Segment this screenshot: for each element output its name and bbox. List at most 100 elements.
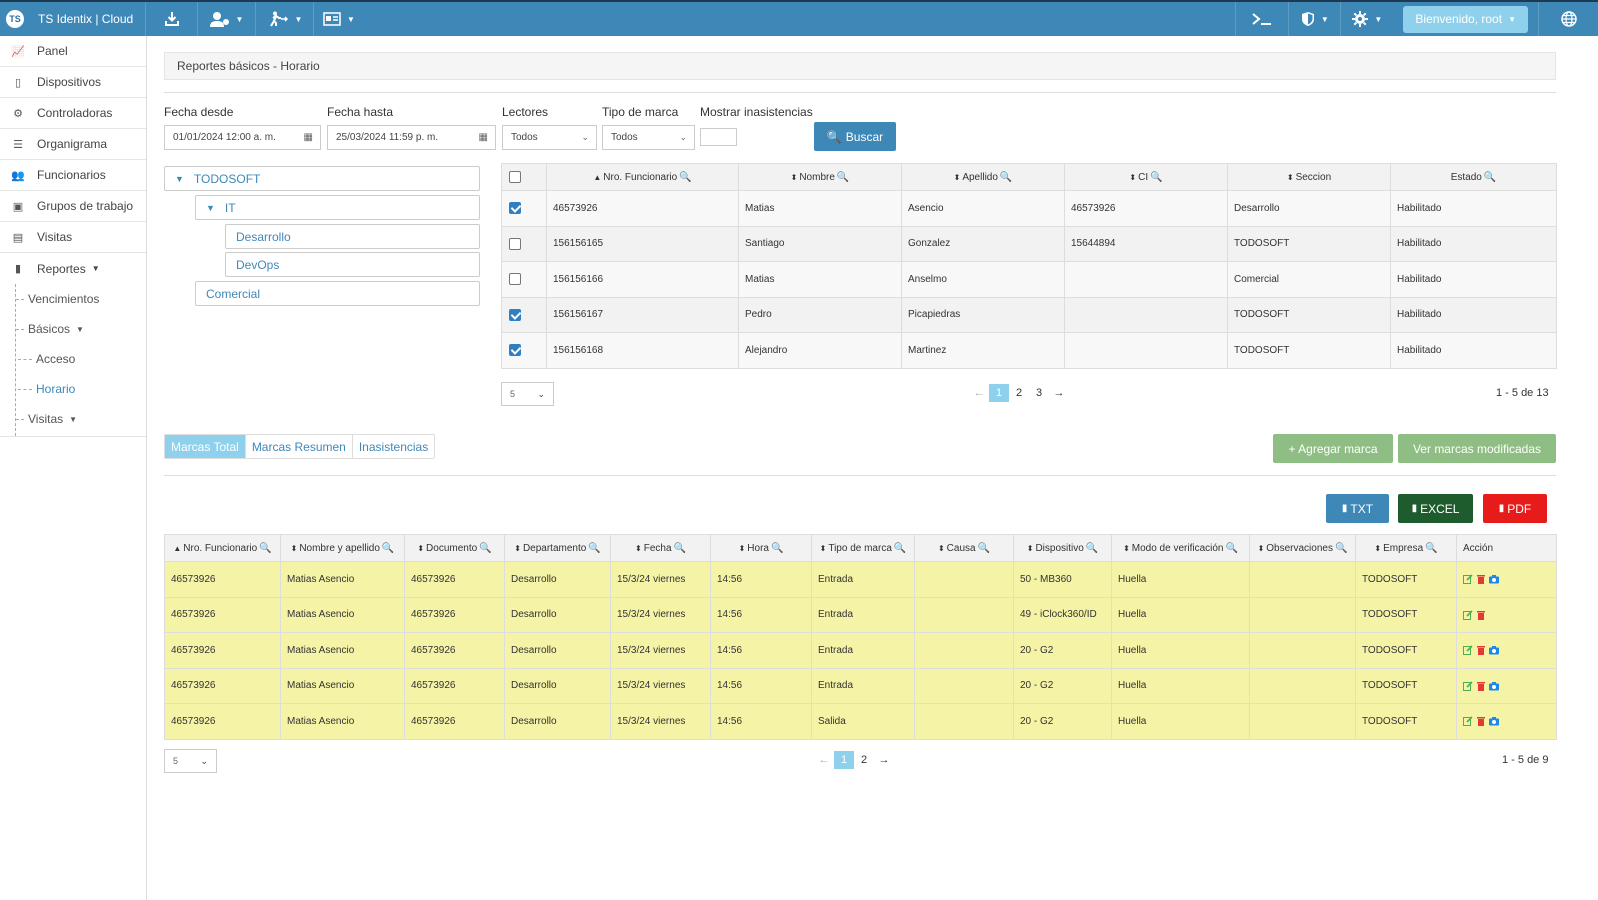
- search-icon[interactable]: 🔍: [894, 543, 906, 554]
- fecha-hasta-input[interactable]: 25/03/2024 11:59 p. m. ▦: [327, 125, 496, 150]
- fecha-desde-input[interactable]: 01/01/2024 12:00 a. m. ▦: [164, 125, 321, 150]
- tree-node-desarrollo[interactable]: Desarrollo: [225, 224, 480, 249]
- download-button[interactable]: [146, 2, 198, 36]
- sidebar-item-grupos[interactable]: ▣ Grupos de trabajo: [0, 191, 146, 222]
- column-header[interactable]: ⬍ CI 🔍: [1064, 163, 1228, 191]
- table-row[interactable]: 156156167 Pedro Picapiedras TODOSOFT Habilit…: [501, 296, 1557, 333]
- trash-icon[interactable]: [1476, 574, 1486, 585]
- column-header[interactable]: ⬍ Departamento 🔍: [504, 534, 611, 562]
- column-header[interactable]: ⬍ Empresa 🔍: [1355, 534, 1457, 562]
- tree-node-comercial[interactable]: Comercial: [195, 281, 480, 306]
- column-header[interactable]: ⬍ Modo de verificación 🔍: [1111, 534, 1250, 562]
- buscar-button[interactable]: 🔍 Buscar: [814, 122, 896, 151]
- sidebar-item-visitas[interactable]: ▤ Visitas: [0, 222, 146, 253]
- calendar-icon[interactable]: ▦: [479, 132, 488, 143]
- column-header[interactable]: ▲ Nro. Funcionario 🔍: [164, 534, 281, 562]
- id-card-menu[interactable]: ▼: [314, 2, 364, 36]
- column-header[interactable]: ⬍ Fecha 🔍: [610, 534, 711, 562]
- camera-icon[interactable]: [1489, 645, 1499, 655]
- column-header[interactable]: Estado 🔍: [1390, 163, 1557, 191]
- tab-marcas-total[interactable]: Marcas Total: [165, 435, 246, 458]
- marks-page-size-select[interactable]: 5 ⌄: [164, 749, 217, 773]
- language-button[interactable]: [1538, 2, 1598, 36]
- lectores-select[interactable]: Todos ⌄: [502, 125, 597, 150]
- search-icon[interactable]: 🔍: [1484, 172, 1496, 183]
- search-icon[interactable]: 🔍: [1150, 172, 1162, 183]
- tipo-marca-select[interactable]: Todos ⌄: [602, 125, 695, 150]
- sidebar-item-vencimientos[interactable]: Vencimientos: [0, 284, 146, 314]
- table-row[interactable]: 46573926 Matias Asencio 46573926 Desarrollo…: [164, 703, 1557, 740]
- column-header[interactable]: ⬍ Documento 🔍: [404, 534, 505, 562]
- tab-inasistencias[interactable]: Inasistencias: [352, 435, 435, 458]
- search-icon[interactable]: 🔍: [1335, 543, 1347, 554]
- table-row[interactable]: 46573926 Matias Asencio 46573926 Desarrollo…: [164, 596, 1557, 633]
- settings-menu[interactable]: ▼: [1341, 2, 1393, 36]
- table-row[interactable]: 156156165 Santiago Gonzalez 15644894 TODOSOF…: [501, 225, 1557, 262]
- employees-page-size-select[interactable]: 5 ⌄: [501, 382, 554, 406]
- search-icon[interactable]: 🔍: [771, 543, 783, 554]
- table-row[interactable]: 46573926 Matias Asencio 46573926 Desarrollo H…: [501, 190, 1557, 227]
- page-button[interactable]: 1: [989, 384, 1009, 402]
- row-checkbox[interactable]: [509, 237, 521, 250]
- edit-icon[interactable]: [1463, 645, 1473, 656]
- sidebar-item-dispositivos[interactable]: ▯ Dispositivos: [0, 67, 146, 98]
- column-header[interactable]: Acción: [1456, 534, 1557, 562]
- column-header[interactable]: ⬍ Hora 🔍: [710, 534, 812, 562]
- agregar-marca-button[interactable]: + Agregar marca: [1273, 434, 1393, 463]
- table-row[interactable]: 46573926 Matias Asencio 46573926 Desarrollo…: [164, 667, 1557, 704]
- edit-icon[interactable]: [1463, 610, 1473, 620]
- column-header[interactable]: ⬍ Nombre y apellido 🔍: [280, 534, 405, 562]
- trash-icon[interactable]: [1476, 610, 1486, 620]
- row-checkbox[interactable]: [509, 273, 521, 286]
- row-checkbox[interactable]: [509, 308, 521, 321]
- sidebar-item-acceso[interactable]: Acceso: [0, 344, 146, 374]
- trash-icon[interactable]: [1476, 716, 1486, 727]
- sidebar-item-funcionarios[interactable]: 👥 Funcionarios: [0, 160, 146, 191]
- edit-icon[interactable]: [1463, 574, 1473, 585]
- table-row[interactable]: 156156168 Alejandro Martinez TODOSOFT Habili…: [501, 332, 1557, 369]
- search-icon[interactable]: 🔍: [978, 543, 990, 554]
- sidebar-item-horario[interactable]: Horario: [0, 374, 146, 404]
- table-row[interactable]: 46573926 Matias Asencio 46573926 Desarrollo…: [164, 632, 1557, 669]
- column-header[interactable]: ⬍ Nombre 🔍: [738, 163, 902, 191]
- sidebar-item-controladoras[interactable]: ⚙ Controladoras: [0, 98, 146, 129]
- ver-marcas-modificadas-button[interactable]: Ver marcas modificadas: [1398, 434, 1556, 463]
- column-header[interactable]: ⬍ Causa 🔍: [914, 534, 1014, 562]
- calendar-icon[interactable]: ▦: [304, 132, 313, 143]
- search-icon[interactable]: 🔍: [1086, 543, 1098, 554]
- user-settings-menu[interactable]: ▼: [198, 2, 256, 36]
- page-button[interactable]: 3: [1029, 384, 1049, 402]
- edit-icon[interactable]: [1463, 716, 1473, 727]
- tree-node-it[interactable]: ▼ IT: [195, 195, 480, 220]
- sidebar-item-panel[interactable]: 📈 Panel: [0, 36, 146, 67]
- tab-marcas-resumen[interactable]: Marcas Resumen: [245, 435, 353, 458]
- search-icon[interactable]: 🔍: [1425, 543, 1437, 554]
- column-header[interactable]: ⬍ Tipo de marca 🔍: [811, 534, 915, 562]
- export-txt-button[interactable]: ▮ TXT: [1326, 494, 1389, 523]
- sidebar-item-reportes[interactable]: ▮ Reportes ▼: [0, 253, 146, 284]
- next-page-arrow-icon[interactable]: →: [1049, 384, 1069, 402]
- export-excel-button[interactable]: ▮ EXCEL: [1398, 494, 1473, 523]
- search-icon[interactable]: 🔍: [1225, 543, 1237, 554]
- search-icon[interactable]: 🔍: [259, 543, 271, 554]
- page-button[interactable]: 2: [854, 751, 874, 769]
- search-icon[interactable]: 🔍: [479, 543, 491, 554]
- tree-node-devops[interactable]: DevOps: [225, 252, 480, 277]
- camera-icon[interactable]: [1489, 574, 1499, 584]
- prev-page-arrow-icon[interactable]: ←: [814, 751, 834, 769]
- terminal-button[interactable]: [1235, 2, 1290, 36]
- search-icon[interactable]: 🔍: [1000, 172, 1012, 183]
- prev-page-arrow-icon[interactable]: ←: [969, 384, 989, 402]
- next-page-arrow-icon[interactable]: →: [874, 751, 894, 769]
- search-icon[interactable]: 🔍: [837, 172, 849, 183]
- row-checkbox[interactable]: [509, 344, 521, 357]
- security-menu[interactable]: ▼: [1289, 2, 1342, 36]
- table-row[interactable]: 156156166 Matias Anselmo Comercial Habilitad…: [501, 261, 1557, 298]
- tree-node-todosoft[interactable]: ▼ TODOSOFT: [164, 166, 480, 191]
- trash-icon[interactable]: [1476, 645, 1486, 656]
- column-header[interactable]: ⬍ Observaciones 🔍: [1249, 534, 1356, 562]
- brand[interactable]: TS TS Identix | Cloud: [0, 2, 146, 36]
- column-header[interactable]: ▲ Nro. Funcionario 🔍: [546, 163, 739, 191]
- camera-icon[interactable]: [1489, 716, 1499, 726]
- mostrar-inasistencias-input[interactable]: [700, 128, 737, 146]
